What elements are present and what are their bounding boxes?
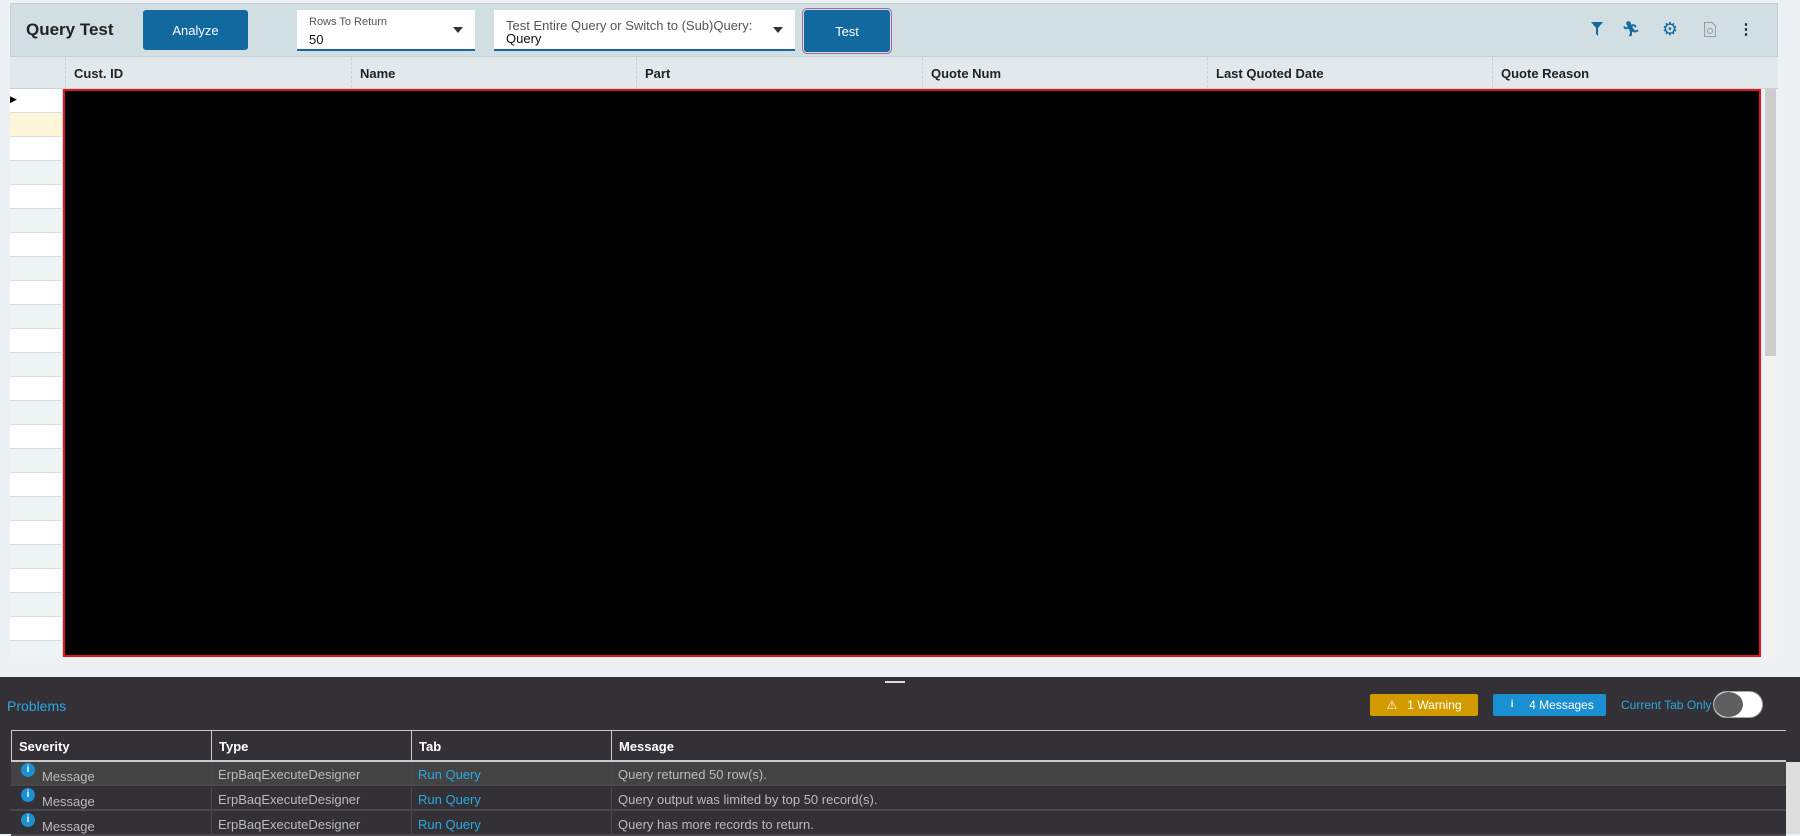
column-last-quoted-date[interactable]: Last Quoted Date: [1207, 57, 1492, 88]
row-selector[interactable]: [10, 593, 63, 617]
run-icon[interactable]: 🏃︎: [1621, 20, 1640, 38]
test-button[interactable]: Test: [802, 8, 892, 54]
more-icon[interactable]: ⋮: [1737, 20, 1755, 38]
row-selector[interactable]: [10, 137, 63, 161]
row-selector[interactable]: [10, 329, 63, 353]
row-selector[interactable]: [10, 401, 63, 425]
current-tab-only-label: Current Tab Only: [1621, 698, 1712, 712]
row-selector[interactable]: ▶: [10, 89, 63, 113]
messages-badge[interactable]: i 4 Messages: [1493, 694, 1606, 716]
row-selector[interactable]: [10, 233, 63, 257]
subquery-dropdown[interactable]: Test Entire Query or Switch to (Sub)Quer…: [494, 10, 795, 51]
info-icon: i: [21, 788, 35, 802]
document-icon[interactable]: [1701, 20, 1719, 38]
rows-to-return-dropdown[interactable]: Rows To Return 50: [297, 10, 475, 51]
info-icon: i: [21, 763, 35, 777]
column-cust-id[interactable]: Cust. ID: [65, 57, 351, 88]
warning-badge-label: 1 Warning: [1407, 698, 1462, 712]
message: Query output was limited by top 50 recor…: [618, 792, 878, 807]
row-selector[interactable]: [10, 473, 63, 497]
tab-link[interactable]: Run Query: [418, 767, 481, 782]
splitter-handle[interactable]: [885, 681, 905, 683]
column-tab[interactable]: Tab: [411, 731, 611, 761]
problems-table-header: Severity Type Tab Message: [11, 730, 1786, 762]
column-type[interactable]: Type: [211, 731, 411, 761]
chevron-down-icon: [773, 27, 783, 33]
severity: Message: [42, 819, 95, 834]
warning-badge[interactable]: ⚠ 1 Warning: [1370, 694, 1478, 716]
analyze-button[interactable]: Analyze: [143, 10, 248, 50]
page-title: Query Test: [26, 20, 114, 39]
info-icon: i: [21, 813, 35, 827]
row-selector[interactable]: [10, 521, 63, 545]
row-selector[interactable]: [10, 449, 63, 473]
row-selector[interactable]: [10, 545, 63, 569]
column-quote-num[interactable]: Quote Num: [922, 57, 1207, 88]
row-selector[interactable]: [10, 113, 63, 137]
column-message[interactable]: Message: [611, 731, 1786, 761]
problems-title: Problems: [7, 698, 67, 714]
column-quote-reason[interactable]: Quote Reason: [1492, 57, 1777, 88]
warning-icon: ⚠: [1386, 698, 1398, 712]
grid-scrollbar-thumb[interactable]: [1765, 89, 1776, 356]
subquery-label: Test Entire Query or Switch to (Sub)Quer…: [506, 18, 753, 33]
problem-row[interactable]: i Message ErpBaqExecuteDesigner Run Quer…: [11, 812, 1786, 836]
toolbar: [10, 3, 1778, 57]
problems-scrollbar[interactable]: [1786, 762, 1800, 834]
row-selector[interactable]: [10, 209, 63, 233]
row-selector[interactable]: [10, 569, 63, 593]
row-selector[interactable]: [10, 353, 63, 377]
message: Query has more records to return.: [618, 817, 814, 832]
row-selector[interactable]: [10, 161, 63, 185]
grid-header: Cust. ID Name Part Quote Num Last Quoted…: [10, 57, 1778, 89]
row-selector[interactable]: [10, 617, 63, 641]
problem-row[interactable]: i Message ErpBaqExecuteDesigner Run Quer…: [11, 787, 1786, 811]
type: ErpBaqExecuteDesigner: [218, 767, 361, 782]
severity: Message: [42, 794, 95, 809]
row-selector[interactable]: [10, 281, 63, 305]
chevron-down-icon: [453, 27, 463, 33]
row-selector-column[interactable]: ▶: [10, 89, 63, 665]
type: ErpBaqExecuteDesigner: [218, 792, 361, 807]
splitter-area: [0, 657, 1800, 677]
current-row-icon: ▶: [10, 94, 17, 104]
row-selector[interactable]: [10, 425, 63, 449]
row-selector[interactable]: [10, 497, 63, 521]
filter-icon[interactable]: [1588, 20, 1606, 38]
row-selector[interactable]: [10, 377, 63, 401]
message: Query returned 50 row(s).: [618, 767, 767, 782]
problem-row[interactable]: i Message ErpBaqExecuteDesigner Run Quer…: [11, 762, 1786, 786]
subquery-value: Query: [506, 31, 542, 46]
tab-link[interactable]: Run Query: [418, 792, 481, 807]
row-selector[interactable]: [10, 257, 63, 281]
gear-icon[interactable]: ⚙: [1661, 19, 1679, 39]
column-severity[interactable]: Severity: [11, 731, 211, 761]
column-part[interactable]: Part: [636, 57, 922, 88]
toggle-knob[interactable]: [1714, 692, 1743, 717]
row-selector[interactable]: [10, 185, 63, 209]
messages-badge-label: 4 Messages: [1529, 698, 1594, 712]
rows-to-return-label: Rows To Return: [309, 16, 388, 28]
tab-link[interactable]: Run Query: [418, 817, 481, 832]
severity: Message: [42, 769, 95, 784]
column-name[interactable]: Name: [351, 57, 636, 88]
type: ErpBaqExecuteDesigner: [218, 817, 361, 832]
row-selector[interactable]: [10, 305, 63, 329]
info-icon: i: [1505, 698, 1520, 712]
rows-to-return-value: 50: [309, 32, 324, 47]
redacted-grid-data: [63, 89, 1761, 657]
